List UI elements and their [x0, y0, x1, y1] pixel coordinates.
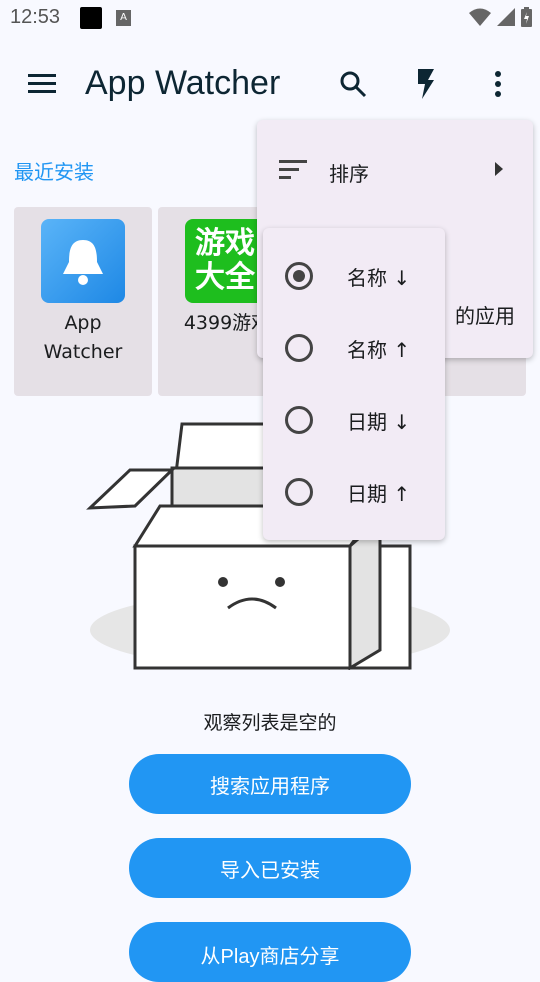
- sort-option-name-asc[interactable]: 名称 ↑: [263, 312, 445, 384]
- status-time: 12:53: [10, 6, 61, 28]
- sort-option-name-desc[interactable]: 名称 ↓: [263, 240, 445, 312]
- menu-item-partial[interactable]: 的应用: [455, 300, 515, 329]
- search-apps-button[interactable]: 搜索应用程序: [129, 754, 411, 814]
- radio-icon[interactable]: [285, 334, 313, 362]
- import-installed-button[interactable]: 导入已安装: [129, 838, 411, 898]
- app-title: App Watcher: [85, 64, 281, 102]
- submenu-arrow-icon: [495, 162, 503, 176]
- empty-state-text: 观察列表是空的: [203, 712, 337, 734]
- menu-item-sort[interactable]: 排序: [257, 134, 533, 206]
- sort-label: 排序: [329, 162, 369, 186]
- app-watcher-icon: [41, 219, 125, 303]
- keyboard-notification-icon: A: [116, 10, 131, 26]
- recent-app-card[interactable]: App Watcher: [14, 207, 152, 396]
- battery-icon: [521, 7, 532, 27]
- menu-icon[interactable]: [26, 68, 58, 100]
- notification-icon: [80, 7, 102, 29]
- wifi-icon: [469, 8, 491, 26]
- app-name: App Watcher: [43, 312, 123, 363]
- sort-icon: [279, 160, 307, 179]
- flash-icon[interactable]: [410, 68, 442, 100]
- app-bar: App Watcher: [0, 56, 540, 112]
- search-icon[interactable]: [337, 68, 369, 100]
- more-vert-icon[interactable]: [482, 68, 514, 100]
- share-from-play-store-button[interactable]: 从Play商店分享: [129, 922, 411, 982]
- section-title-recent: 最近安装: [14, 160, 94, 184]
- sort-option-date-desc[interactable]: 日期 ↓: [263, 384, 445, 456]
- radio-icon[interactable]: [285, 478, 313, 506]
- sort-submenu: 名称 ↓ 名称 ↑ 日期 ↓ 日期 ↑: [263, 228, 445, 540]
- signal-icon: [497, 8, 515, 26]
- radio-icon[interactable]: [285, 406, 313, 434]
- status-bar: 12:53 A: [0, 0, 540, 36]
- sort-option-date-asc[interactable]: 日期 ↑: [263, 456, 445, 528]
- radio-selected-icon[interactable]: [285, 262, 313, 290]
